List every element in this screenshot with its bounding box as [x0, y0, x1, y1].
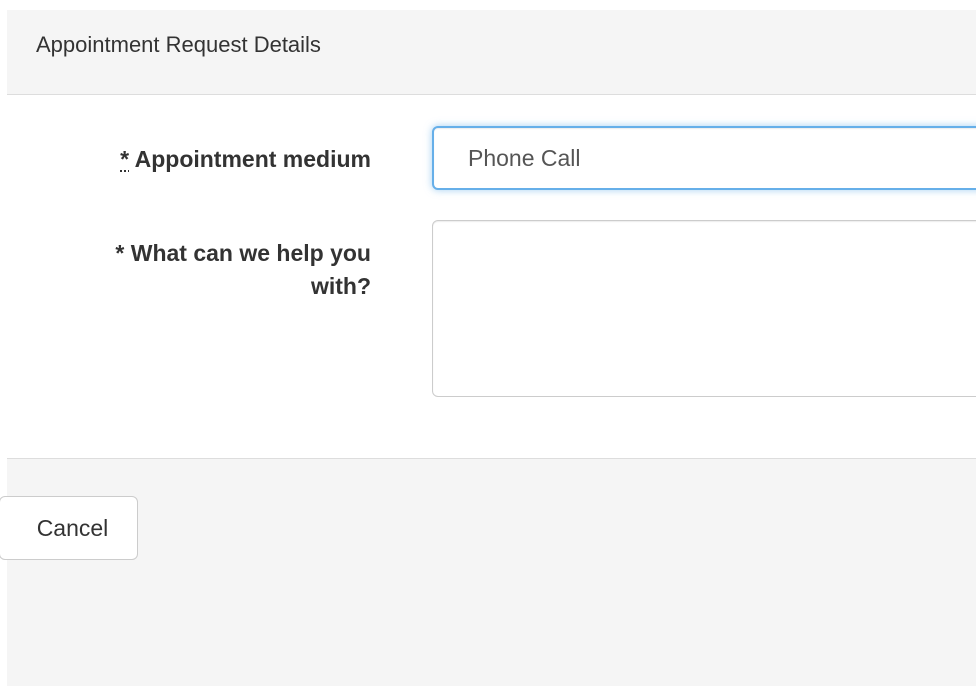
appointment-medium-label: * Appointment medium: [120, 143, 371, 176]
appointment-medium-select[interactable]: Phone Call: [432, 126, 976, 190]
cancel-button[interactable]: Cancel: [0, 496, 138, 560]
help-description-textarea[interactable]: [432, 220, 976, 397]
panel-title: Appointment Request Details: [36, 32, 321, 57]
panel-footer: Cancel: [0, 458, 976, 686]
appointment-medium-label-text: Appointment medium: [129, 146, 371, 172]
appointment-request-panel: Appointment Request Details * Appointmen…: [0, 10, 976, 686]
help-description-label: * What can we help you with?: [115, 240, 371, 299]
required-marker: *: [120, 146, 130, 172]
panel-heading: Appointment Request Details: [7, 10, 976, 95]
